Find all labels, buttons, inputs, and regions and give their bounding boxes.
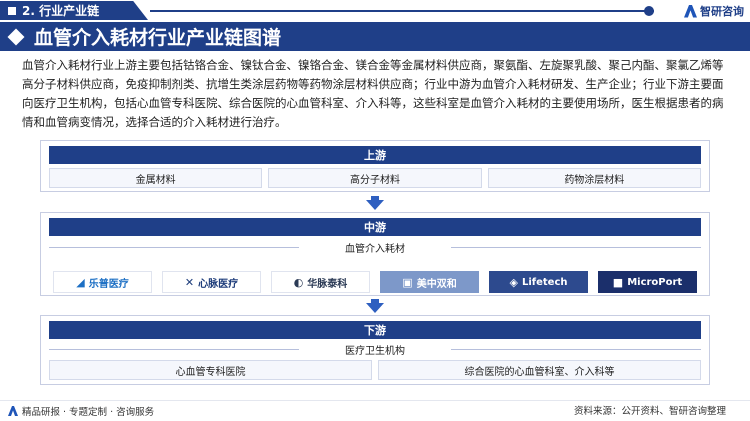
midstream-header: 中游	[49, 218, 701, 236]
lepu-icon: ◢	[76, 275, 85, 289]
endovastec-name: 心脉医疗	[198, 278, 239, 290]
midstream-panel: 中游 血管介入耗材 ◢ 乐普医疗 ✕ 心脉医疗 ◐ 华脉泰科 ▣ 美中双和 ◈ …	[40, 212, 710, 296]
footer-divider	[0, 400, 750, 401]
footer-services-text: 精品研报 · 专题定制 · 咨询服务	[22, 407, 155, 418]
diamond-icon	[7, 28, 25, 45]
sublabel-line-right	[451, 247, 701, 248]
microport-icon: ■	[612, 275, 624, 289]
company-logos: ◢ 乐普医疗 ✕ 心脉医疗 ◐ 华脉泰科 ▣ 美中双和 ◈ Lifetech ■…	[53, 271, 697, 293]
brand-logo: 智研咨询	[684, 3, 744, 19]
huamai-icon: ◐	[293, 275, 304, 289]
page-title: 血管介入耗材行业产业链图谱	[34, 27, 282, 49]
intro-paragraph: 血管介入耗材行业上游主要包括钴铬合金、镍钛合金、镍铬合金、镁合金等金属材料供应商…	[22, 58, 724, 129]
title-bar: 血管介入耗材行业产业链图谱	[0, 22, 750, 51]
arrow-stem	[371, 299, 379, 303]
top-bar: 2. 行业产业链 智研咨询	[0, 0, 750, 22]
brand-icon	[684, 4, 697, 18]
huamai-name: 华脉泰科	[307, 278, 348, 290]
logo-meizhong: ▣ 美中双和	[380, 271, 479, 293]
lifetech-name: Lifetech	[521, 276, 568, 288]
upstream-item-metal: 金属材料	[49, 168, 263, 188]
meizhong-name: 美中双和	[416, 278, 457, 290]
footer: 精品研报 · 专题定制 · 咨询服务 资料来源：公开资料、智研咨询整理	[0, 400, 750, 421]
brand-name: 智研咨询	[700, 5, 744, 18]
sublabel-line-right	[451, 349, 701, 350]
downstream-header: 下游	[49, 321, 701, 339]
midstream-sublabel-row: 血管介入耗材	[49, 240, 701, 256]
downstream-sublabel-row: 医疗卫生机构	[49, 342, 701, 358]
logo-huamai: ◐ 华脉泰科	[271, 271, 370, 293]
meizhong-icon: ▣	[402, 275, 413, 289]
down-arrow-icon	[366, 200, 384, 210]
source-note: 资料来源：公开资料、智研咨询整理	[573, 406, 726, 417]
downstream-panel: 下游 医疗卫生机构 心血管专科医院 综合医院的心血管科室、介入科等	[40, 315, 710, 385]
brand-icon	[8, 406, 18, 416]
header-divider	[150, 6, 654, 16]
lepu-name: 乐普医疗	[88, 278, 129, 290]
section-label: 2. 行业产业链	[22, 4, 100, 18]
microport-name: MicroPort	[627, 276, 683, 288]
logo-endovastec: ✕ 心脉医疗	[162, 271, 261, 293]
logo-lepu: ◢ 乐普医疗	[53, 271, 152, 293]
endovastec-icon: ✕	[184, 275, 195, 289]
upstream-panel: 上游 金属材料 高分子材料 药物涂层材料	[40, 140, 710, 192]
logo-lifetech: ◈ Lifetech	[489, 271, 588, 293]
upstream-item-polymer: 高分子材料	[268, 168, 482, 188]
upstream-item-coating: 药物涂层材料	[487, 168, 701, 188]
square-icon	[8, 6, 16, 15]
section-tag: 2. 行业产业链	[0, 1, 148, 20]
arrow-stem	[371, 196, 379, 200]
upstream-items: 金属材料 高分子材料 药物涂层材料	[49, 168, 701, 188]
lifetech-icon: ◈	[509, 275, 518, 289]
downstream-item-departments: 综合医院的心血管科室、介入科等	[378, 360, 701, 380]
footer-services: 精品研报 · 专题定制 · 咨询服务	[8, 404, 154, 418]
downstream-item-hospital: 心血管专科医院	[49, 360, 372, 380]
logo-microport: ■ MicroPort	[598, 271, 697, 293]
upstream-header: 上游	[49, 146, 701, 164]
downstream-items: 心血管专科医院 综合医院的心血管科室、介入科等	[49, 360, 701, 380]
down-arrow-icon	[366, 303, 384, 313]
